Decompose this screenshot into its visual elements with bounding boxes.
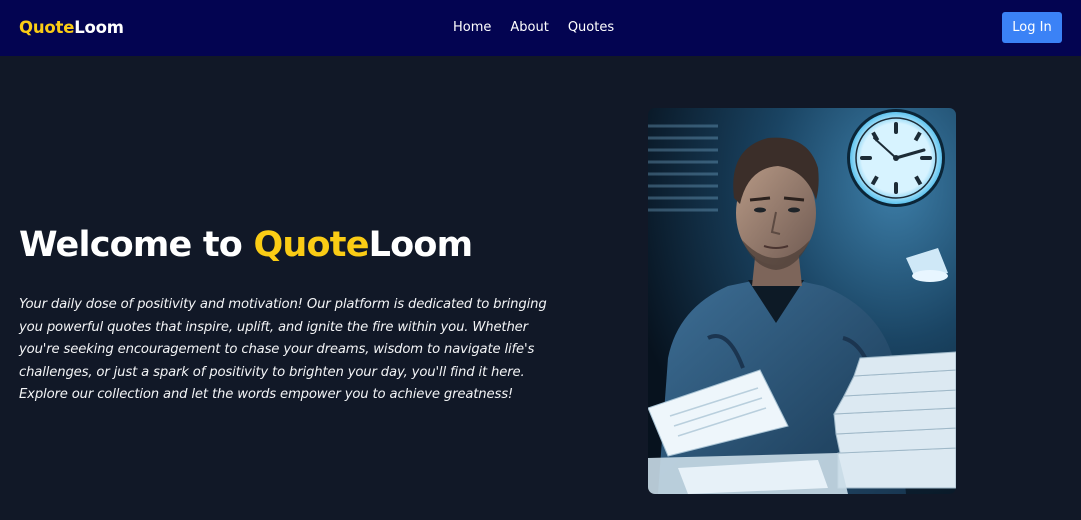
hero-title-accent: Quote xyxy=(253,225,369,265)
brand-logo-accent: Quote xyxy=(19,18,75,37)
hero-title: Welcome to QuoteLoom xyxy=(19,222,473,268)
hero-image xyxy=(648,108,956,494)
nav-link-quotes[interactable]: Quotes xyxy=(568,19,614,37)
hero-title-prefix: Welcome to xyxy=(19,225,254,265)
navbar: QuoteLoom Home About Quotes Log In xyxy=(0,0,1081,56)
login-button[interactable]: Log In xyxy=(1002,12,1062,43)
hero-title-rest: Loom xyxy=(368,225,473,265)
brand-logo[interactable]: QuoteLoom xyxy=(19,17,124,39)
nav-links: Home About Quotes xyxy=(453,19,614,37)
nav-link-about[interactable]: About xyxy=(510,19,548,37)
brand-logo-rest: Loom xyxy=(74,18,124,37)
hero-description: Your daily dose of positivity and motiva… xyxy=(19,297,547,402)
hero-illustration xyxy=(648,108,956,494)
nav-link-home[interactable]: Home xyxy=(453,19,491,37)
